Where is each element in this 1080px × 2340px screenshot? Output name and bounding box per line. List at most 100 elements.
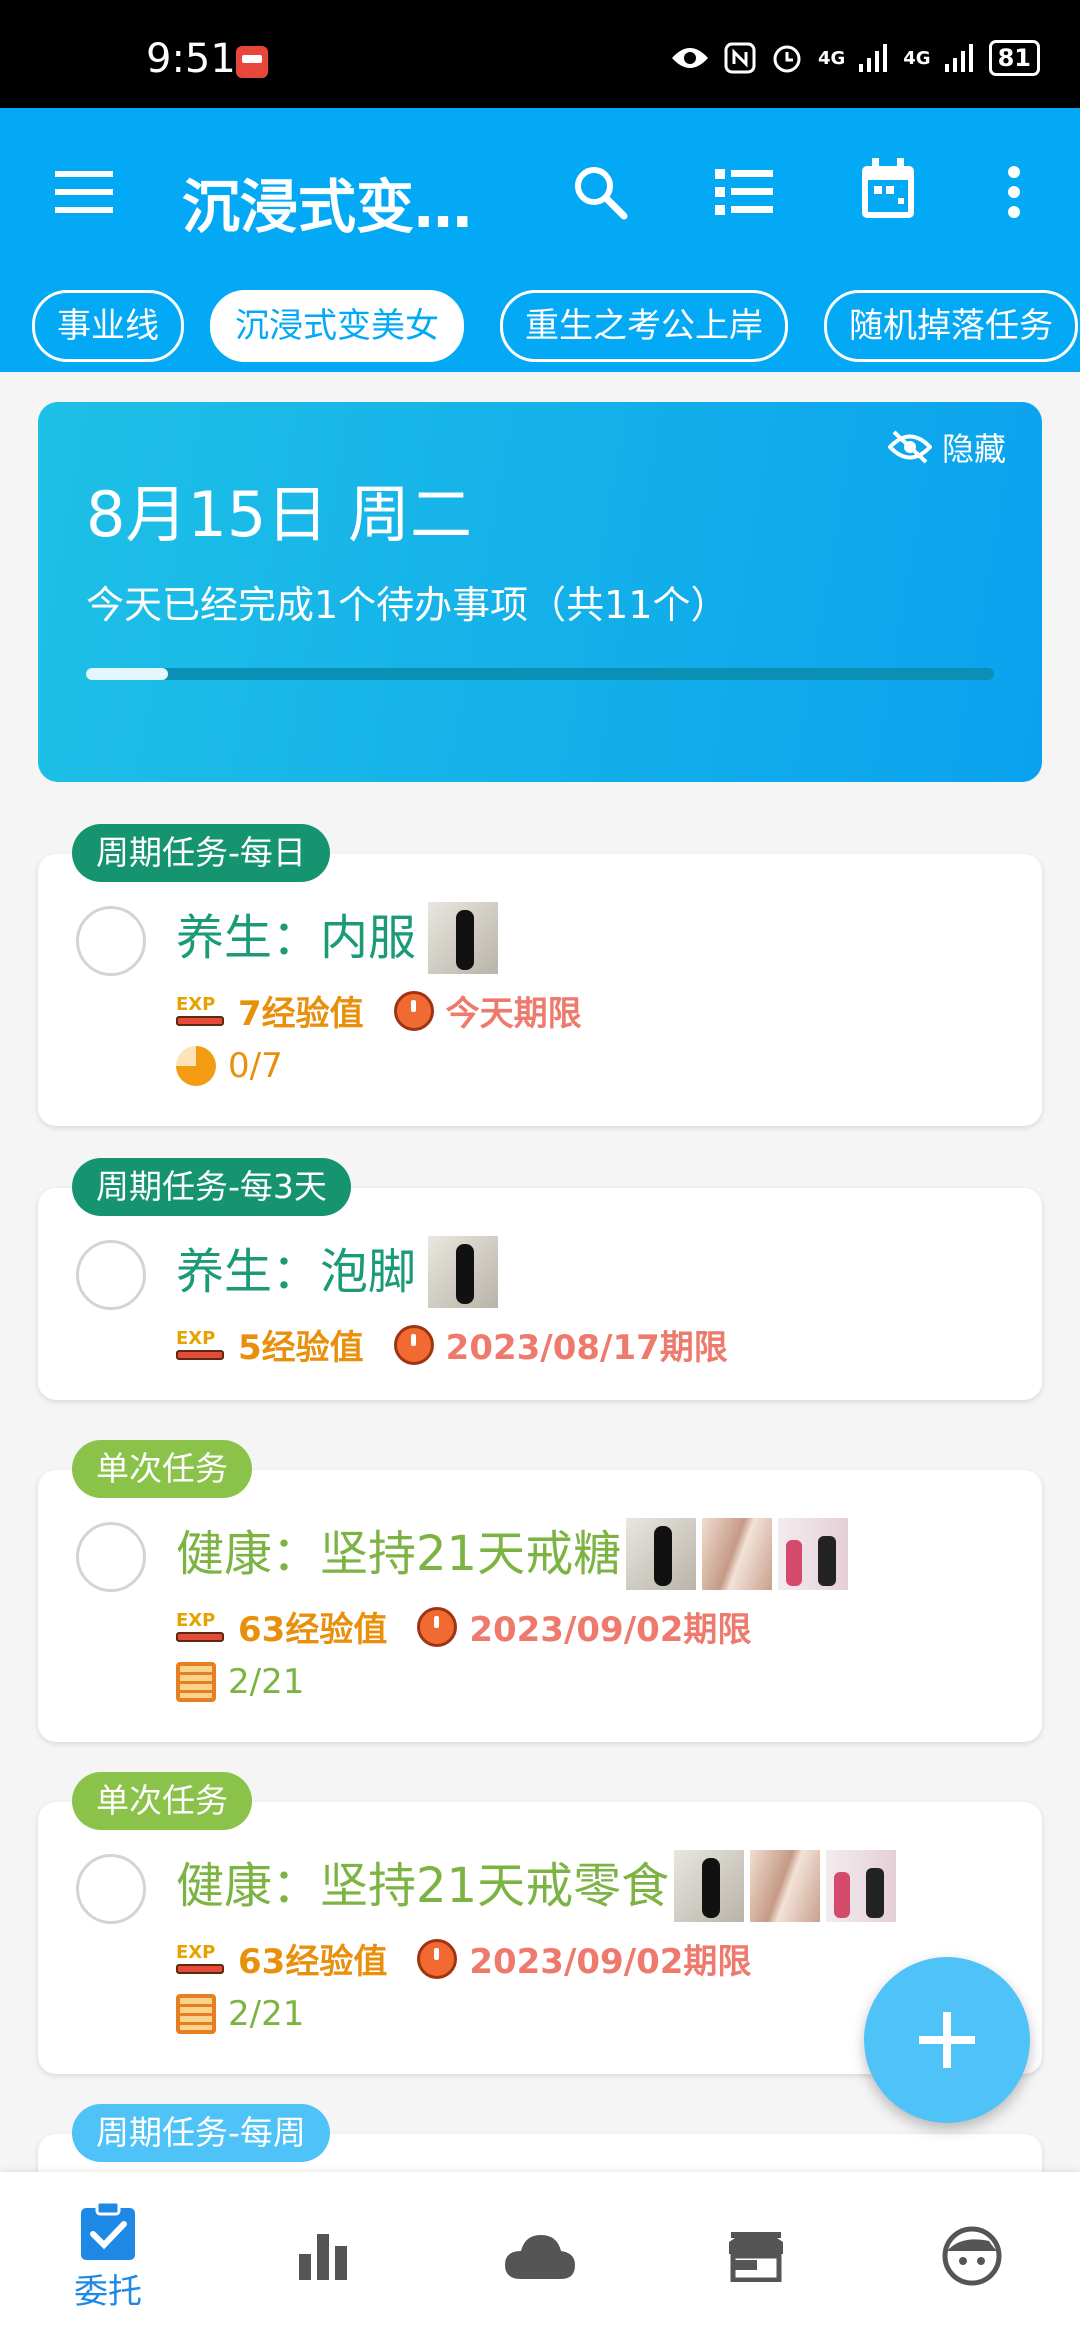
- task-complete-checkbox[interactable]: [76, 1854, 146, 1924]
- task-card[interactable]: 健康：坚持21天戒糖 63经验值 2023/09/02期限 2/21: [38, 1470, 1042, 1742]
- search-icon: [575, 167, 628, 220]
- nav-statistics[interactable]: [216, 2172, 432, 2340]
- daily-progress-fill: [86, 668, 168, 680]
- task-thumbnail[interactable]: [428, 1236, 498, 1308]
- task-thumbnail[interactable]: [626, 1518, 696, 1590]
- app-bar: 沉浸式变…: [0, 108, 1080, 276]
- deadline-clock-icon: [393, 1324, 434, 1365]
- cloud-icon: [505, 2235, 575, 2279]
- add-task-button[interactable]: [864, 1957, 1030, 2123]
- task-thumbnail[interactable]: [750, 1850, 820, 1922]
- abacus-icon: [176, 1994, 216, 2034]
- exp-icon: [176, 994, 226, 1028]
- task-meta: 63经验值 2023/09/02期限: [176, 1602, 751, 1651]
- more-options-button[interactable]: [996, 160, 1032, 224]
- task-complete-checkbox[interactable]: [76, 1522, 146, 1592]
- task-thumbnails: [428, 902, 498, 974]
- clock: 9:51: [146, 36, 236, 82]
- task-tag: 单次任务: [72, 1772, 252, 1830]
- task-progress-value: 0/7: [228, 1046, 283, 1086]
- signal-bars-icon-2: [944, 44, 973, 72]
- bar-chart-icon: [299, 2234, 347, 2280]
- task-title: 健康：坚持21天戒零食: [176, 1858, 670, 1914]
- task-thumbnail[interactable]: [702, 1518, 772, 1590]
- chip-beauty[interactable]: 沉浸式变美女: [210, 290, 464, 362]
- hamburger-icon: [55, 171, 113, 213]
- summary-date: 8月15日 周二: [86, 478, 473, 551]
- store-icon: [729, 2232, 783, 2282]
- task-deadline: 2023/09/02期限: [469, 1610, 752, 1650]
- task-progress: 2/21: [176, 1662, 304, 1702]
- calendar-icon: [862, 158, 914, 218]
- chip-exam[interactable]: 重生之考公上岸: [500, 290, 788, 362]
- nav-cloud[interactable]: [432, 2172, 648, 2340]
- nfc-icon: [724, 42, 756, 74]
- task-thumbnail[interactable]: [826, 1850, 896, 1922]
- task-thumbnail[interactable]: [778, 1518, 848, 1590]
- nav-tasks-label: 委托: [74, 2271, 142, 2312]
- task-meta: 5经验值 2023/08/17期限: [176, 1320, 728, 1369]
- task-progress-value: 2/21: [228, 1662, 305, 1702]
- task-exp: 63经验值: [238, 1942, 388, 1982]
- signal-icon-2: 4G: [903, 47, 931, 69]
- more-vert-icon: [1008, 166, 1020, 218]
- status-icons: 4G 4G 81: [670, 40, 1040, 76]
- exp-icon: [176, 1942, 226, 1976]
- task-title: 健康：坚持21天戒糖: [176, 1526, 622, 1582]
- deadline-clock-icon: [417, 1938, 458, 1979]
- signal-icon: 4G: [817, 47, 846, 69]
- task-complete-checkbox[interactable]: [76, 906, 146, 976]
- nav-tasks[interactable]: 委托: [0, 2172, 216, 2340]
- task-card[interactable]: 养生：泡脚 5经验值 2023/08/17期限: [38, 1188, 1042, 1400]
- battery-icon: 81: [988, 40, 1040, 76]
- task-meta: 63经验值 2023/09/02期限: [176, 1934, 751, 1983]
- task-tag: 周期任务-每周: [72, 2104, 330, 2162]
- task-tag: 周期任务-每日: [72, 824, 330, 882]
- task-card[interactable]: 养生：内服 7经验值 今天期限 0/7: [38, 854, 1042, 1126]
- status-bar: 9:51 4G 4G 81: [0, 0, 1080, 108]
- task-meta: 7经验值 今天期限: [176, 986, 582, 1035]
- hide-label: 隐藏: [941, 430, 1006, 468]
- task-tag: 单次任务: [72, 1440, 252, 1498]
- task-deadline: 今天期限: [445, 994, 582, 1034]
- task-thumbnails: [626, 1518, 848, 1590]
- task-progress: 2/21: [176, 1994, 304, 2034]
- task-exp: 7经验值: [238, 994, 364, 1034]
- list-view-button[interactable]: [712, 164, 776, 220]
- search-button[interactable]: [568, 160, 632, 224]
- task-thumbnail[interactable]: [674, 1850, 744, 1922]
- eye-off-icon: [887, 430, 932, 464]
- exp-icon: [176, 1328, 226, 1362]
- app-title: 沉浸式变…: [182, 173, 473, 241]
- pie-chart-icon: [176, 1046, 216, 1086]
- list-icon: [715, 169, 773, 215]
- task-title: 养生：内服: [176, 910, 417, 966]
- task-deadline: 2023/09/02期限: [469, 1942, 752, 1982]
- deadline-clock-icon: [417, 1606, 458, 1647]
- summary-description: 今天已经完成1个待办事项（共11个）: [86, 583, 729, 627]
- clipboard-check-icon: [81, 2200, 135, 2260]
- hide-button[interactable]: 隐藏: [887, 424, 1006, 470]
- avatar-face-icon: [942, 2226, 1002, 2286]
- deadline-clock-icon: [393, 990, 434, 1031]
- task-tag: 周期任务-每3天: [72, 1158, 351, 1216]
- task-exp: 63经验值: [238, 1610, 388, 1650]
- chip-career[interactable]: 事业线: [32, 290, 184, 362]
- nav-profile[interactable]: [864, 2172, 1080, 2340]
- task-deadline: 2023/08/17期限: [445, 1328, 728, 1368]
- daily-progress-bar: [86, 668, 994, 680]
- alarm-icon: [773, 45, 801, 73]
- task-complete-checkbox[interactable]: [76, 1240, 146, 1310]
- menu-button[interactable]: [54, 164, 114, 220]
- task-title: 养生：泡脚: [176, 1244, 417, 1300]
- task-progress: 0/7: [176, 1046, 283, 1086]
- chip-random-drop[interactable]: 随机掉落任务: [824, 290, 1078, 362]
- abacus-icon: [176, 1662, 216, 1702]
- nav-store[interactable]: [648, 2172, 864, 2340]
- calendar-button[interactable]: [858, 156, 918, 222]
- task-thumbnail[interactable]: [428, 902, 498, 974]
- task-thumbnails: [428, 1236, 498, 1308]
- signal-bars-icon: [859, 44, 888, 72]
- task-exp: 5经验值: [238, 1328, 364, 1368]
- exp-icon: [176, 1610, 226, 1644]
